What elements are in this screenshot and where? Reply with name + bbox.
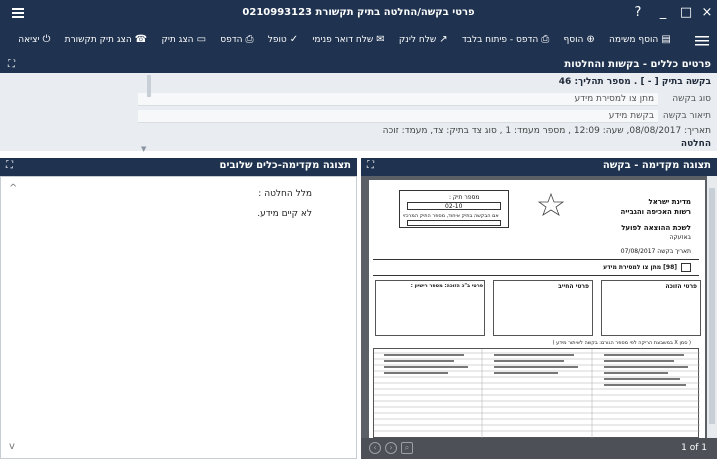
toolbar-item-label: שלח לינק — [398, 34, 437, 45]
toolbar-item-label: הוסף — [563, 34, 584, 45]
scroll-down-icon[interactable]: ▼ — [141, 145, 146, 153]
applicant-heading: פרטי הזוכה — [665, 283, 697, 290]
print-dev-icon: ⎙ — [541, 34, 550, 45]
help-icon[interactable]: ? — [629, 4, 647, 22]
close-button[interactable]: × — [698, 4, 716, 22]
decision-text-label: מלל החלטה : — [258, 189, 312, 199]
request-type-label: סוג בקשה — [672, 94, 711, 104]
case-number-value: 02-10 — [445, 203, 463, 210]
expand-icon[interactable]: ⛶ — [367, 160, 374, 171]
case-number-label: מספר תיק : — [449, 194, 480, 201]
preview-scrollbar[interactable] — [707, 176, 717, 438]
expand-icon[interactable]: ⛶ — [8, 59, 15, 70]
check-icon: ✓ — [289, 34, 299, 45]
request-desc-label: תיאור בקשה — [662, 111, 711, 121]
case-sub-label: אם הבקשה בתיק איחוד, מספר התיק המרכזי — [403, 213, 499, 219]
toolbar-item-label: הצג תיק — [161, 34, 194, 45]
request-date: תאריך בקשה 07/08/2017 — [620, 248, 691, 255]
section-title: פרטים כללים - בקשות והחלטות — [564, 59, 711, 70]
nav-back-icon[interactable]: ‹ — [369, 442, 381, 454]
form-title: [98] מתן צו למסירת מידע — [603, 264, 677, 271]
request-preview-pane: מספר תיק : 02-10 אם הבקשה בתיק איחוד, מס… — [361, 176, 717, 459]
preview-footer: ‹ › ⌕ 1 of 1 — [361, 438, 717, 459]
exit-icon: ⏻ — [42, 34, 51, 45]
divider — [373, 259, 699, 260]
title-bar: פרטי בקשה/החלטה בתיק תקשורת 0210993123 ?… — [0, 0, 717, 26]
emblem-icon — [537, 192, 565, 216]
general-details-header: פרטים כללים - בקשות והחלטות ⛶ — [0, 58, 717, 73]
expand-icon[interactable]: ⛶ — [6, 160, 13, 171]
print-icon: ⎙ — [245, 34, 254, 45]
toolbar-item-3[interactable]: ⎙ הדפס - פיתוח בלבד — [462, 34, 549, 45]
maximize-button[interactable]: □ — [677, 4, 695, 22]
toolbar-item-label: יציאה — [18, 34, 40, 45]
org-subname: רשות האכיפה והגבייה — [620, 208, 691, 216]
internal-mail-icon: ✉ — [376, 34, 385, 45]
request-desc-value: בקשת מידע — [138, 110, 659, 123]
attorney-heading: פרטי ב"כ הזוכה: מספר רישיון : — [410, 283, 483, 289]
toolbar-item-4[interactable]: ↗ שלח לינק — [399, 34, 448, 45]
toolbar-item-1[interactable]: ▤ הוסף משימה — [609, 34, 671, 45]
nav-forward-icon[interactable]: › — [385, 442, 397, 454]
date-line: תאריך: 08/08/2017, שעה: 12:09 , מספר מעמ… — [382, 126, 711, 136]
document-page: מספר תיק : 02-10 אם הבקשה בתיק איחוד, מס… — [369, 180, 705, 438]
toolbar: ▤ הוסף משימה ⊕ הוסף ⎙ הדפס - פיתוח בלבד ↗ שלח ל… — [0, 26, 717, 58]
request-details-panel: בקשה בתיק [ - ] . מספר תהליך: 46 סוג בקש… — [0, 73, 717, 153]
view-comm-case-icon: ☎ — [134, 34, 148, 45]
view-case-icon: ▭ — [196, 34, 207, 45]
toolbar-item-label: שלח דואר פנימי — [312, 34, 374, 45]
scroll-up-icon[interactable]: ^ — [9, 183, 17, 194]
details-scrollbar[interactable] — [147, 73, 151, 147]
request-preview-title: תצוגה מקדימה - בקשה — [602, 160, 711, 171]
send-link-icon: ↗ — [439, 34, 448, 45]
toolbar-items: ▤ הוסף משימה ⊕ הוסף ⎙ הדפס - פיתוח בלבד ↗ שלח ל… — [0, 34, 717, 45]
checkbox — [681, 263, 691, 272]
request-preview-header: תצוגה מקדימה - בקשה ⛶ — [361, 158, 717, 176]
add-icon: ⊕ — [586, 34, 595, 45]
toolbar-item-9[interactable]: ☎ הצג תיק תקשורת — [65, 34, 148, 45]
page-counter: 1 of 1 — [681, 443, 707, 453]
minimize-button[interactable]: _ — [654, 4, 672, 22]
request-type-value: מתן צו למסירת מידע — [138, 93, 659, 106]
toolbar-item-10[interactable]: ⏻ יציאה — [18, 34, 50, 45]
divider — [373, 275, 699, 276]
toolbar-item-label: הדפס — [220, 34, 243, 45]
items-table — [373, 348, 700, 438]
toolbar-item-8[interactable]: ▭ הצג תיק — [161, 34, 206, 45]
office-location: באזעקה — [669, 234, 692, 241]
toolbar-item-7[interactable]: ⎙ הדפס — [220, 34, 253, 45]
case-sub-field — [407, 220, 501, 226]
toolbar-item-label: הדפס - פיתוח בלבד — [461, 34, 539, 45]
debtor-heading: פרטי החייב — [558, 283, 589, 290]
add-task-icon: ▤ — [661, 34, 671, 45]
zoom-icon[interactable]: ⌕ — [401, 442, 413, 454]
office-name: לשכת ההוצאה לפועל — [621, 224, 691, 232]
tools-preview-title: תצוגה מקדימה-כלים שלובים — [219, 160, 351, 171]
decision-text-value: לא קיים מידע. — [257, 209, 312, 219]
tools-preview-pane: מלל החלטה : לא קיים מידע. ^ v — [0, 176, 357, 459]
toolbar-item-label: הוסף משימה — [609, 34, 659, 45]
scroll-down-icon[interactable]: v — [9, 441, 15, 452]
items-table-grid — [374, 349, 700, 438]
toolbar-item-5[interactable]: ✉ שלח דואר פנימי — [312, 34, 384, 45]
window-title: פרטי בקשה/החלטה בתיק תקשורת 0210993123 — [242, 7, 475, 18]
tools-preview-header: תצוגה מקדימה-כלים שלובים ⛶ — [0, 158, 357, 176]
org-name: מדינת ישראל — [648, 198, 691, 206]
toolbar-item-label: טופל — [267, 34, 287, 45]
request-heading: בקשה בתיק [ - ] . מספר תהליך: 46 — [558, 77, 711, 87]
toolbar-item-2[interactable]: ⊕ הוסף — [563, 34, 594, 45]
decision-label: החלטה — [680, 139, 711, 149]
toolbar-item-label: הצג תיק תקשורת — [64, 34, 132, 45]
toolbar-item-6[interactable]: ✓ טופל — [268, 34, 298, 45]
instruction-note: ( סמן X במשבצת הריקה לפי מספר הגורם: בקש… — [552, 340, 691, 346]
